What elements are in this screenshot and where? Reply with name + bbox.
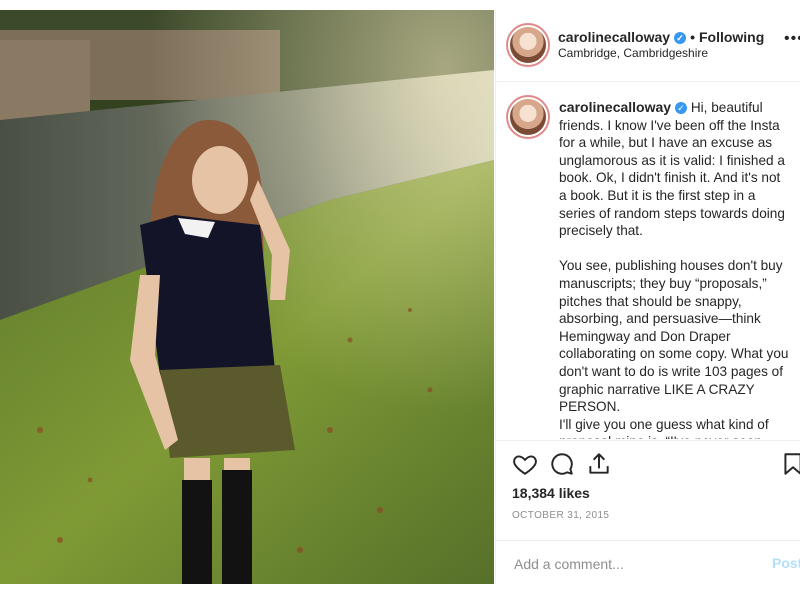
separator-dot: • <box>690 29 695 45</box>
caption-paragraph-1: Hi, beautiful friends. I know I've been … <box>559 100 789 239</box>
post-header: carolinecalloway ✓ • Following Cambridge, C… <box>496 10 800 82</box>
caption-paragraph-3: I'll give you one guess what kind of pro… <box>559 416 769 439</box>
caption-username[interactable]: carolinecalloway <box>559 99 671 115</box>
username-link[interactable]: carolinecalloway <box>558 29 670 45</box>
caption-verified-badge-icon: ✓ <box>675 102 688 114</box>
verified-badge-icon: ✓ <box>674 32 687 44</box>
post-comment-button[interactable]: Post <box>772 555 800 571</box>
likes-count[interactable]: 18,384 likes <box>512 485 590 501</box>
comment-box: Post <box>496 540 800 585</box>
share-icon[interactable] <box>586 451 612 477</box>
caption-paragraph-2: You see, publishing houses don't buy man… <box>559 258 793 415</box>
more-options-icon[interactable]: ••• <box>784 30 800 48</box>
heart-icon[interactable] <box>512 451 538 477</box>
comment-icon[interactable] <box>549 451 575 477</box>
location-link[interactable]: Cambridge, Cambridgeshire <box>558 46 708 60</box>
comment-input[interactable] <box>512 551 756 577</box>
post-sidebar: carolinecalloway ✓ • Following Cambridge, C… <box>495 10 800 584</box>
post-photo[interactable] <box>0 10 494 584</box>
post-date: OCTOBER 31, 2015 <box>512 510 610 521</box>
caption-text: carolinecalloway ✓ Hi, beautiful friends.… <box>559 99 791 439</box>
caption-area: carolinecalloway ✓ Hi, beautiful friends.… <box>496 82 800 439</box>
avatar[interactable] <box>510 27 546 63</box>
header-username[interactable]: carolinecalloway ✓ • Following <box>558 29 764 45</box>
photo-illustration <box>0 10 494 584</box>
bookmark-icon[interactable] <box>780 451 800 477</box>
following-button[interactable]: Following <box>699 29 764 45</box>
action-bar: 18,384 likes OCTOBER 31, 2015 <box>496 440 800 541</box>
caption-avatar[interactable] <box>510 99 546 135</box>
